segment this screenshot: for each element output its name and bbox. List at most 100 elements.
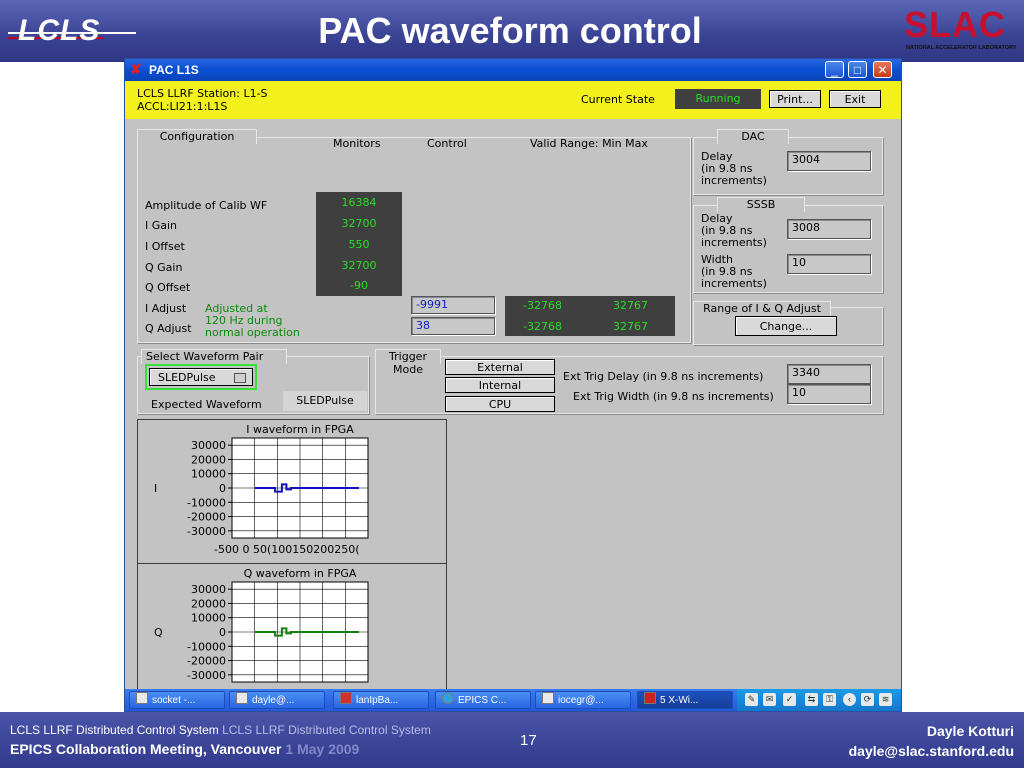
monitor-i-offset: 550 <box>348 238 370 251</box>
dac-delay-input[interactable]: 3004 <box>787 151 871 171</box>
row-label-i-gain: I Gain <box>145 219 178 232</box>
station-name: LCLS LLRF Station: L1-S <box>137 87 268 100</box>
chart0-y-tick-label: 30000 <box>191 439 226 452</box>
q-adjust-input[interactable]: 38 <box>411 317 495 335</box>
sssb-title: SSSB <box>717 197 805 212</box>
lcls-logo: LCLS <box>8 14 138 48</box>
trigger-title-1: Trigger <box>375 349 441 364</box>
chart1-y-tick-label: -10000 <box>187 640 226 653</box>
tray-tool-icon[interactable]: ✎ <box>745 693 758 706</box>
ext-trig-delay-input[interactable]: 3340 <box>787 364 871 384</box>
trigger-internal-button[interactable]: Internal <box>445 377 555 393</box>
waveform-pair-title: Select Waveform Pair <box>141 349 287 364</box>
waveform-pair-selected: SLEDPulse <box>158 371 216 384</box>
row-label-amplitude: Amplitude of Calib WF <box>145 199 268 212</box>
tray-network-icon[interactable]: ⇆ <box>805 693 818 706</box>
chart0-title: I waveform in FPGA <box>246 423 354 436</box>
trigger-title-2: Mode <box>393 363 423 376</box>
q-range-min: -32768 <box>523 320 562 333</box>
monitor-q-offset: -90 <box>350 279 368 292</box>
ext-trig-width-input[interactable]: 10 <box>787 384 871 404</box>
row-label-i-offset: I Offset <box>145 240 185 253</box>
tray-wireless-icon[interactable]: ≋ <box>879 693 892 706</box>
waveform-pair-menu[interactable]: SLEDPulse <box>149 368 253 386</box>
tray-security-icon[interactable]: ⚿ <box>823 693 836 706</box>
exit-button[interactable]: Exit <box>829 90 881 108</box>
slac-logo: SLAC NATIONAL ACCELERATOR LABORATORY <box>900 4 1020 54</box>
author-email: dayle@slac.stanford.edu <box>848 743 1014 759</box>
q-range-max: 32767 <box>613 320 648 333</box>
slide-title: PAC waveform control <box>318 10 702 51</box>
row-label-q-gain: Q Gain <box>145 261 183 274</box>
slac-logo-text: SLAC <box>904 4 1006 45</box>
q-adjust-label: Q Adjust <box>145 322 192 335</box>
current-state-value: Running <box>675 89 761 109</box>
x-app-icon: ✘ <box>130 61 142 77</box>
trigger-cpu-button[interactable]: CPU <box>445 396 555 412</box>
window-titlebar[interactable]: ✘ PAC L1S _ □ ✕ <box>125 59 901 81</box>
trigger-external-button[interactable]: External <box>445 359 555 375</box>
tray-back-icon[interactable]: ‹ <box>843 693 856 706</box>
valid-range-header: Valid Range: Min Max <box>530 137 648 150</box>
taskbar-item-xwin[interactable]: 5 X-Wi... <box>637 691 733 709</box>
i-waveform-plot-panel: I waveform in FPGA 30000 20000 10000 0 -10000… <box>137 419 447 564</box>
monitors-header: Monitors <box>333 137 381 150</box>
option-menu-indicator-icon <box>234 373 246 383</box>
slide-header: LCLS PAC waveform control SLAC NATIONAL … <box>0 0 1024 62</box>
dac-title: DAC <box>717 129 789 144</box>
terminal-icon <box>136 692 148 704</box>
row-label-q-offset: Q Offset <box>145 281 191 294</box>
window-icon <box>236 692 248 704</box>
sssb-delay-input[interactable]: 3008 <box>787 219 871 239</box>
taskbar-item-socket[interactable]: socket -... <box>129 691 225 709</box>
chart1-y-axis-label: Q <box>154 626 163 639</box>
monitor-i-gain: 32700 <box>341 217 377 230</box>
chart1-y-tick-label: 0 <box>219 626 226 639</box>
station-pv: ACCL:LI21:1:L1S <box>137 100 228 113</box>
i-adjust-input[interactable]: -9991 <box>411 296 495 314</box>
browser-icon <box>442 692 454 704</box>
close-button[interactable]: ✕ <box>873 61 892 78</box>
slide-number: 17 <box>520 732 537 749</box>
taskbar-item-iocegr[interactable]: iocegr@... <box>535 691 631 709</box>
slac-logo-subtitle: NATIONAL ACCELERATOR LABORATORY <box>906 45 1017 51</box>
current-state-label: Current State <box>581 93 655 106</box>
footer-ghost-text: LCLS LLRF Distributed Control System <box>222 723 431 737</box>
chart1-y-tick-label: -20000 <box>187 655 226 668</box>
sssb-width-input[interactable]: 10 <box>787 254 871 274</box>
ext-trig-delay-label: Ext Trig Delay (in 9.8 ns increments) <box>563 370 764 383</box>
taskbar-item-lanipba[interactable]: lanIpBa... <box>333 691 429 709</box>
q-waveform-plot: Q waveform in FPGA 3000020000 100000-10000… <box>154 567 369 683</box>
control-header: Control <box>427 137 467 150</box>
q-waveform-plot-panel: Q waveform in FPGA 30000 20000 10000 0 -10000… <box>137 563 447 691</box>
expected-waveform-label: Expected Waveform <box>151 398 262 411</box>
network-icon <box>542 692 554 704</box>
maximize-button[interactable]: □ <box>848 61 867 78</box>
lcls-logo-text: LCLS <box>18 14 101 47</box>
dac-delay-label-3: increments) <box>701 174 767 187</box>
chart0-y-tick-label: 10000 <box>191 468 226 481</box>
chart1-title: Q waveform in FPGA <box>244 567 357 580</box>
i-range-max: 32767 <box>613 299 648 312</box>
chart0-x-tick-labels: -500 0 50(100150200250( <box>214 543 360 556</box>
tray-chat-icon[interactable]: ✉ <box>763 693 776 706</box>
minimize-button[interactable]: _ <box>825 61 844 78</box>
chart0-y-tick-label: -10000 <box>187 496 226 509</box>
taskbar-item-epics[interactable]: EPICS C... <box>435 691 531 709</box>
change-range-button[interactable]: Change... <box>735 316 837 336</box>
document-icon <box>340 692 352 704</box>
chart0-y-tick-label: 20000 <box>191 453 226 466</box>
tray-check-icon[interactable]: ✓ <box>783 693 796 706</box>
chart0-y-axis-label: I <box>154 482 157 495</box>
chart1-y-tick-label: 20000 <box>191 597 226 610</box>
sssb-width-label-3: increments) <box>701 277 767 290</box>
chart0-y-tick-label: -30000 <box>187 525 226 538</box>
author-name: Dayle Kotturi <box>926 723 1014 739</box>
taskbar-item-dayle[interactable]: dayle@... <box>229 691 325 709</box>
tray-update-icon[interactable]: ⟳ <box>861 693 874 706</box>
chart0-y-tick-label: -20000 <box>187 511 226 524</box>
sssb-delay-label-3: increments) <box>701 236 767 249</box>
x-windows-icon <box>644 692 656 704</box>
adjust-note-line3: normal operation <box>205 326 300 339</box>
print-button[interactable]: Print... <box>769 90 821 108</box>
